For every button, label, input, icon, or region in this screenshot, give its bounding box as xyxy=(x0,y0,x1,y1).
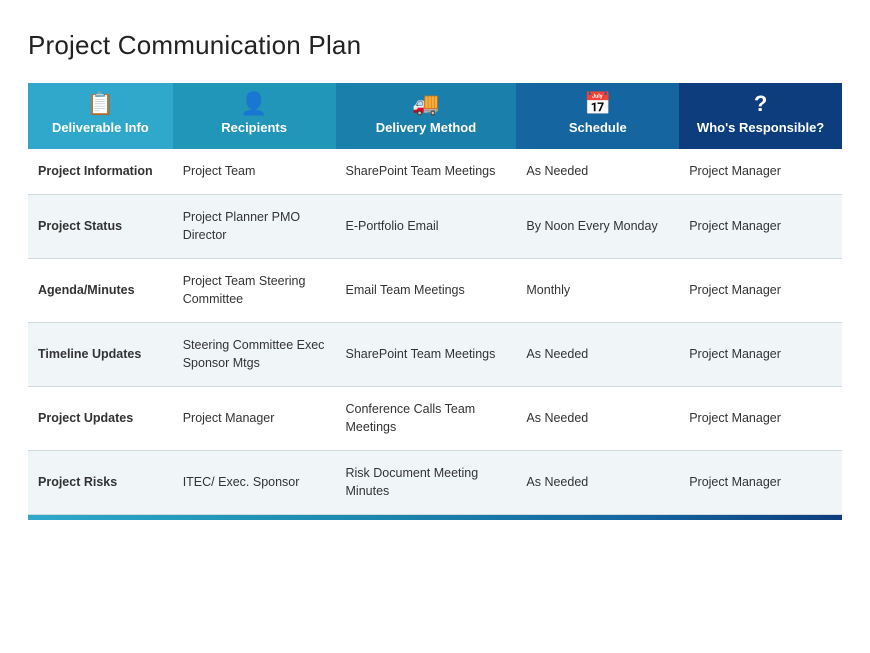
responsible-header-label: Who's Responsible? xyxy=(687,120,834,137)
table-row: Project RisksITEC/ Exec. SponsorRisk Doc… xyxy=(28,451,842,515)
cell-schedule-row2: Monthly xyxy=(516,259,679,323)
cell-deliverable-row3: Timeline Updates xyxy=(28,323,173,387)
cell-delivery-row5: Risk Document Meeting Minutes xyxy=(336,451,517,515)
header-recipients: 👤 Recipients xyxy=(173,83,336,149)
recipients-header-label: Recipients xyxy=(181,120,328,137)
table-footer-bar xyxy=(28,515,842,520)
cell-recipients-row1: Project Planner PMO Director xyxy=(173,195,336,259)
deliverable-header-label: Deliverable Info xyxy=(36,120,165,137)
table-row: Project InformationProject TeamSharePoin… xyxy=(28,149,842,195)
cell-delivery-row3: SharePoint Team Meetings xyxy=(336,323,517,387)
table-row: Project StatusProject Planner PMO Direct… xyxy=(28,195,842,259)
cell-responsible-row3: Project Manager xyxy=(679,323,842,387)
header-delivery: 🚚 Delivery Method xyxy=(336,83,517,149)
delivery-header-icon: 🚚 xyxy=(344,93,509,115)
cell-responsible-row5: Project Manager xyxy=(679,451,842,515)
cell-responsible-row4: Project Manager xyxy=(679,387,842,451)
delivery-header-label: Delivery Method xyxy=(344,120,509,137)
cell-schedule-row3: As Needed xyxy=(516,323,679,387)
cell-deliverable-row0: Project Information xyxy=(28,149,173,195)
cell-schedule-row4: As Needed xyxy=(516,387,679,451)
cell-responsible-row1: Project Manager xyxy=(679,195,842,259)
cell-recipients-row5: ITEC/ Exec. Sponsor xyxy=(173,451,336,515)
cell-deliverable-row1: Project Status xyxy=(28,195,173,259)
cell-responsible-row0: Project Manager xyxy=(679,149,842,195)
table-header-row: 📋 Deliverable Info 👤 Recipients 🚚 Delivery Me… xyxy=(28,83,842,149)
cell-delivery-row4: Conference Calls Team Meetings xyxy=(336,387,517,451)
cell-recipients-row0: Project Team xyxy=(173,149,336,195)
header-responsible: ? Who's Responsible? xyxy=(679,83,842,149)
cell-delivery-row1: E-Portfolio Email xyxy=(336,195,517,259)
schedule-header-label: Schedule xyxy=(524,120,671,137)
cell-schedule-row5: As Needed xyxy=(516,451,679,515)
responsible-header-icon: ? xyxy=(687,93,834,115)
cell-recipients-row4: Project Manager xyxy=(173,387,336,451)
header-deliverable: 📋 Deliverable Info xyxy=(28,83,173,149)
table-body: Project InformationProject TeamSharePoin… xyxy=(28,149,842,515)
header-schedule: 📅 Schedule xyxy=(516,83,679,149)
page-title: Project Communication Plan xyxy=(28,30,842,61)
table-row: Project UpdatesProject ManagerConference… xyxy=(28,387,842,451)
cell-recipients-row2: Project Team Steering Committee xyxy=(173,259,336,323)
table-row: Agenda/MinutesProject Team Steering Comm… xyxy=(28,259,842,323)
cell-deliverable-row2: Agenda/Minutes xyxy=(28,259,173,323)
cell-deliverable-row4: Project Updates xyxy=(28,387,173,451)
recipients-header-icon: 👤 xyxy=(181,93,328,115)
deliverable-header-icon: 📋 xyxy=(36,93,165,115)
cell-recipients-row3: Steering Committee Exec Sponsor Mtgs xyxy=(173,323,336,387)
schedule-header-icon: 📅 xyxy=(524,93,671,115)
cell-schedule-row1: By Noon Every Monday xyxy=(516,195,679,259)
cell-delivery-row2: Email Team Meetings xyxy=(336,259,517,323)
table-row: Timeline UpdatesSteering Committee Exec … xyxy=(28,323,842,387)
cell-responsible-row2: Project Manager xyxy=(679,259,842,323)
communication-plan-table: 📋 Deliverable Info 👤 Recipients 🚚 Delivery Me… xyxy=(28,83,842,515)
cell-deliverable-row5: Project Risks xyxy=(28,451,173,515)
cell-schedule-row0: As Needed xyxy=(516,149,679,195)
cell-delivery-row0: SharePoint Team Meetings xyxy=(336,149,517,195)
